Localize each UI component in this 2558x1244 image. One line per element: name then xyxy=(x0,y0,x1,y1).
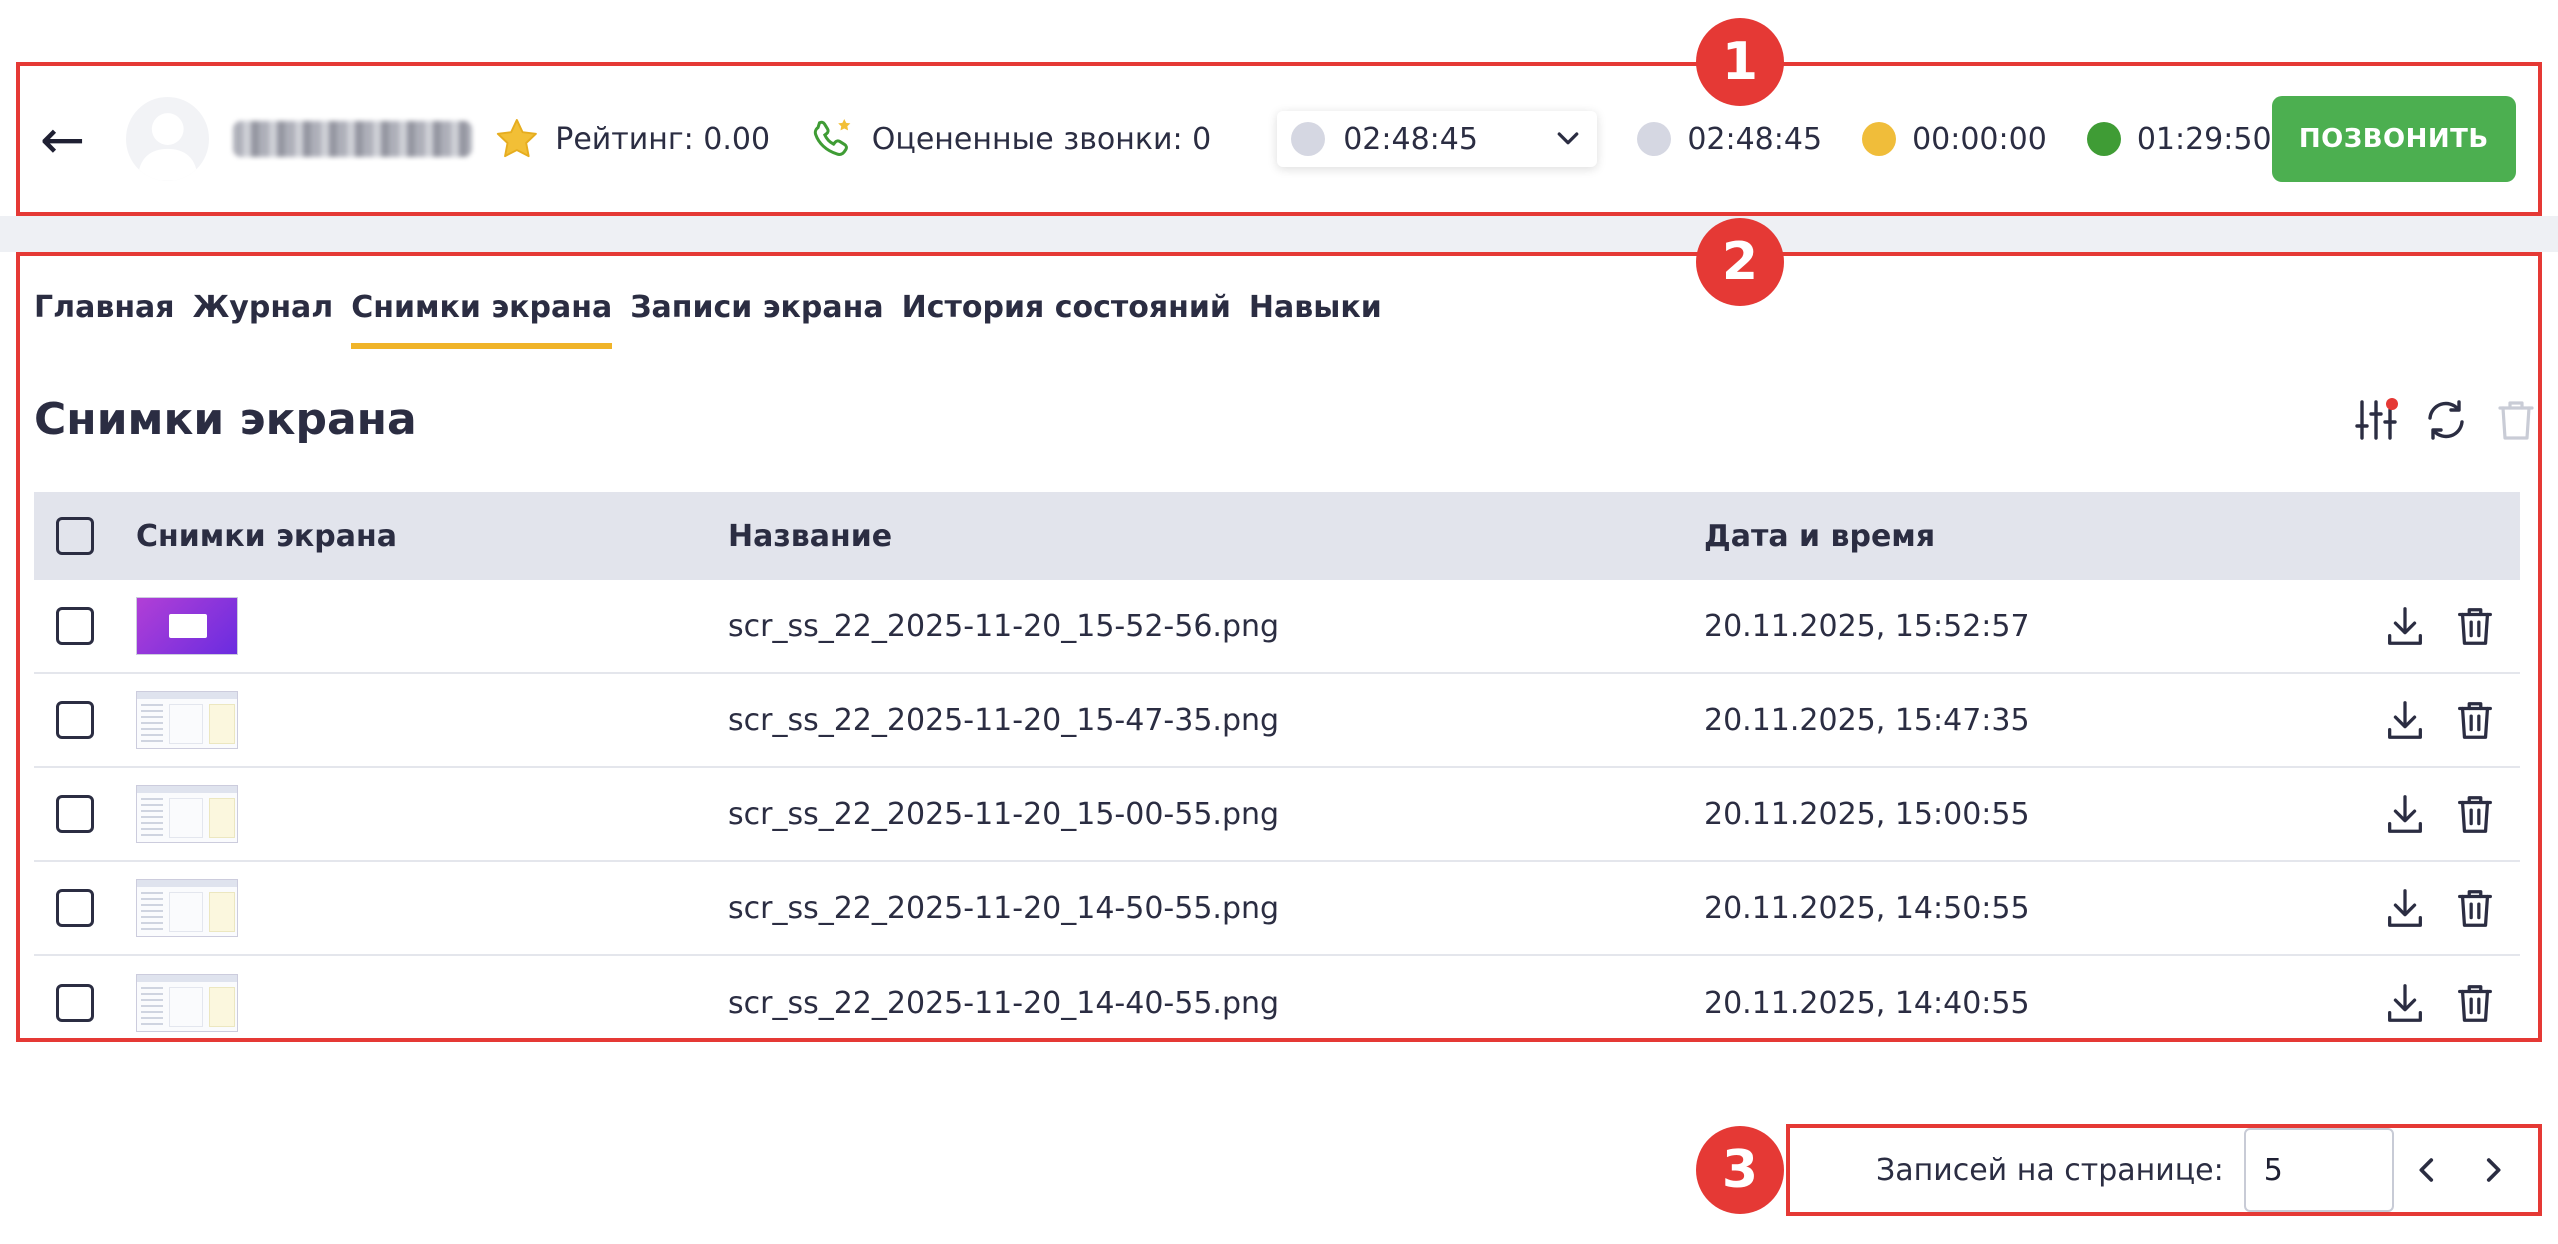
callout-frame-1 xyxy=(16,62,2542,216)
callout-badge-2: 2 xyxy=(1696,218,1784,306)
callout-badge-3: 3 xyxy=(1696,1126,1784,1214)
callout-frame-2 xyxy=(16,252,2542,1042)
callout-frame-3 xyxy=(1786,1124,2542,1216)
callout-badge-1: 1 xyxy=(1696,18,1784,106)
page: ← Рейтинг: 0.00 Оцененные звонки: 0 02:4… xyxy=(0,0,2558,1244)
section-divider xyxy=(0,216,2558,252)
